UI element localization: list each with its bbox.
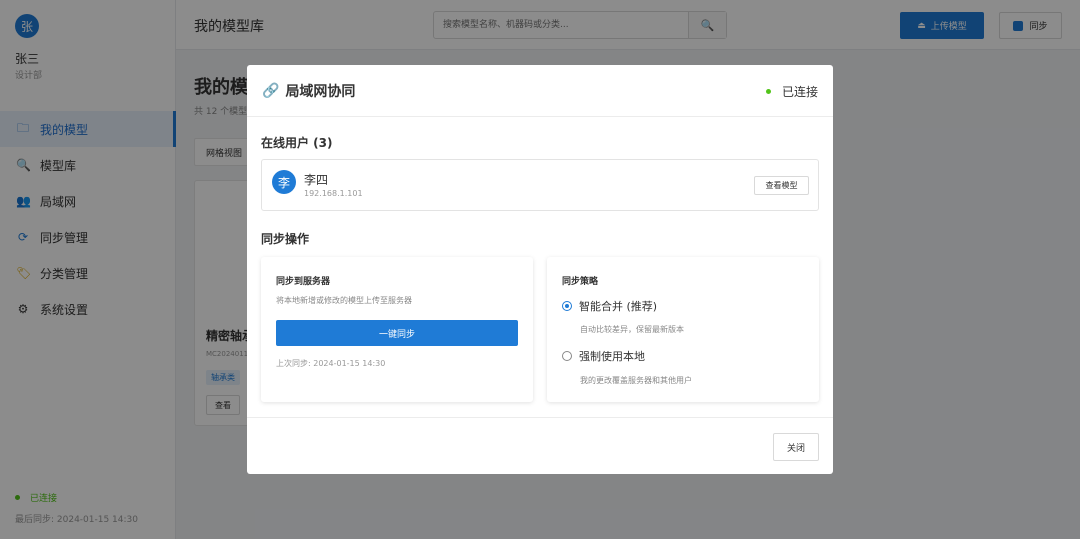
modal-title: 🔗 局域网协同 (262, 81, 355, 101)
one-click-sync-button[interactable]: 一键同步 (276, 320, 518, 346)
modal-footer: 关闭 (247, 417, 833, 474)
strategy-option-desc: 我的更改覆盖服务器和其他用户 (580, 376, 692, 385)
modal-title-label: 局域网协同 (285, 84, 356, 100)
lan-collaboration-modal: 🔗 局域网协同 已连接 在线用户 (3) 李 李四 192.168.1.101 … (247, 65, 833, 474)
sync-to-server-card: 同步到服务器 将本地新增或修改的模型上传至服务器 一键同步 上次同步: 2024… (261, 257, 533, 402)
strategy-option-desc: 自动比较差异，保留最新版本 (580, 325, 684, 334)
online-user-ip: 192.168.1.101 (304, 189, 363, 198)
modal-connection-status: 已连接 (765, 83, 818, 100)
strategy-option-label: 强制使用本地 (579, 350, 645, 363)
radio-unchecked-icon[interactable] (562, 351, 572, 361)
strategy-option-label: 智能合并 (推荐) (579, 300, 658, 313)
online-users-title: 在线用户 (3) (261, 136, 333, 150)
sync-to-server-desc: 将本地新增或修改的模型上传至服务器 (276, 296, 412, 305)
sync-strategy-title: 同步策略 (562, 277, 599, 287)
online-user-item: 李 李四 192.168.1.101 查看模型 (261, 159, 819, 211)
strategy-option-smart-merge[interactable]: 智能合并 (推荐) (562, 298, 657, 314)
online-user-name: 李四 (304, 173, 329, 187)
last-sync-time: 上次同步: 2024-01-15 14:30 (276, 359, 386, 368)
link-icon: 🔗 (262, 83, 280, 99)
modal-header: 🔗 局域网协同 已连接 (247, 65, 833, 117)
status-dot-icon (765, 89, 771, 94)
modal-status-label: 已连接 (781, 85, 818, 99)
strategy-option-force-local[interactable]: 强制使用本地 (562, 348, 645, 364)
sync-to-server-title: 同步到服务器 (276, 277, 331, 287)
sync-strategy-card: 同步策略 智能合并 (推荐) 自动比较差异，保留最新版本 强制使用本地 我的更改… (547, 257, 819, 402)
sync-operations-title: 同步操作 (261, 232, 310, 246)
close-button[interactable]: 关闭 (773, 433, 819, 461)
avatar: 李 (272, 170, 296, 194)
radio-checked-icon[interactable] (562, 301, 572, 311)
view-models-button[interactable]: 查看模型 (754, 176, 809, 195)
